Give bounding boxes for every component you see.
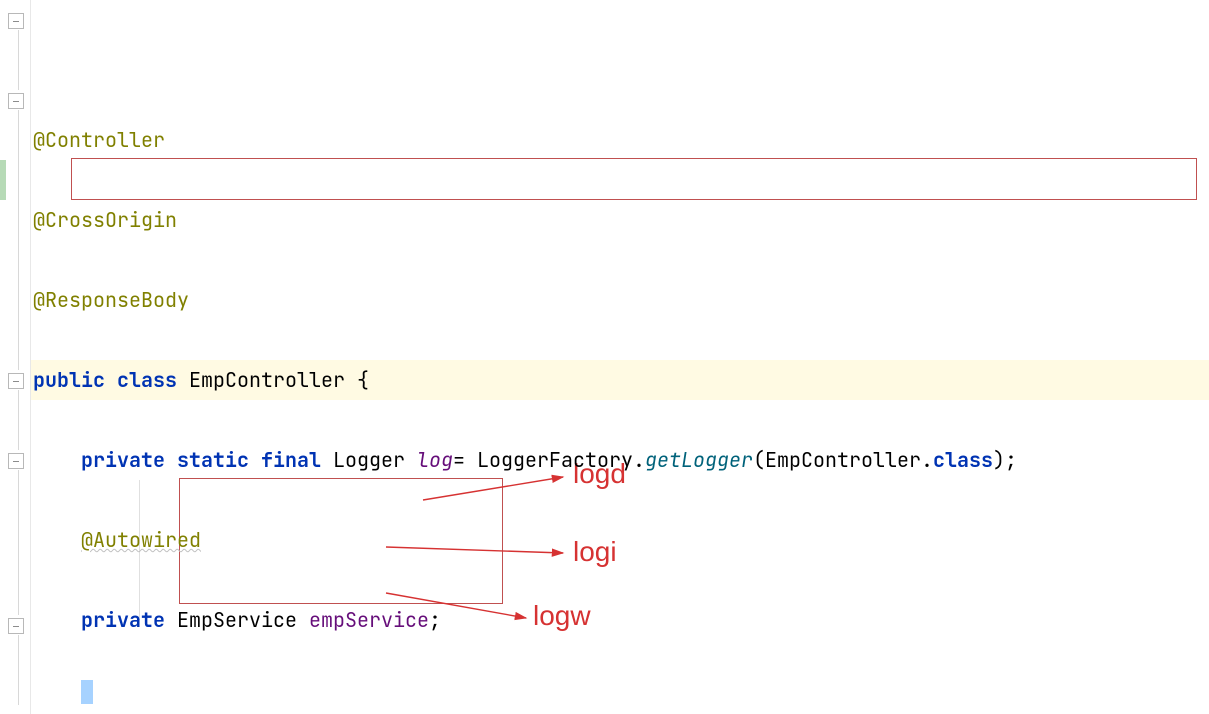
code-area[interactable]: @Controller @CrossOrigin @ResponseBody p… <box>31 0 1209 714</box>
field: empService <box>309 610 429 630</box>
brace: { <box>357 370 369 390</box>
keyword-private: private <box>81 450 165 470</box>
fold-icon[interactable] <box>8 13 24 29</box>
type: Logger <box>333 450 405 470</box>
vcs-change-marker <box>0 160 6 200</box>
code-line[interactable]: @CrossOrigin <box>31 200 1209 240</box>
annotation: @ResponseBody <box>33 290 189 310</box>
fold-icon[interactable] <box>8 618 24 634</box>
equals: = <box>453 450 477 470</box>
class-ref: LoggerFactory <box>477 450 633 470</box>
keyword-static: static <box>177 450 249 470</box>
annotation: @Controller <box>33 130 165 150</box>
code-line[interactable]: private static final Logger log = Logger… <box>31 440 1209 480</box>
keyword-final: final <box>261 450 321 470</box>
code-line[interactable]: @ResponseBody <box>31 280 1209 320</box>
code-editor[interactable]: @Controller @CrossOrigin @ResponseBody p… <box>0 0 1209 714</box>
gutter <box>0 0 31 714</box>
code-line[interactable]: @Autowired <box>31 520 1209 560</box>
code-line[interactable]: @Controller <box>31 120 1209 160</box>
highlight-box <box>71 158 1197 200</box>
keyword-class: class <box>117 370 177 390</box>
annotation: @CrossOrigin <box>33 210 177 230</box>
field: log <box>417 450 453 470</box>
fold-icon[interactable] <box>8 373 24 389</box>
keyword-class: class <box>933 450 993 470</box>
fold-icon[interactable] <box>8 453 24 469</box>
fold-icon[interactable] <box>8 93 24 109</box>
type: EmpService <box>177 610 297 630</box>
code-line[interactable]: private EmpService empService ; <box>31 600 1209 640</box>
code-line[interactable] <box>31 680 1209 714</box>
keyword-private: private <box>81 610 165 630</box>
static-method: getLogger <box>645 450 753 470</box>
class-ref: EmpController <box>765 450 921 470</box>
selection-marker <box>81 680 93 704</box>
class-name: EmpController <box>189 370 345 390</box>
annotation: @Autowired <box>81 530 201 550</box>
keyword-public: public <box>33 370 105 390</box>
